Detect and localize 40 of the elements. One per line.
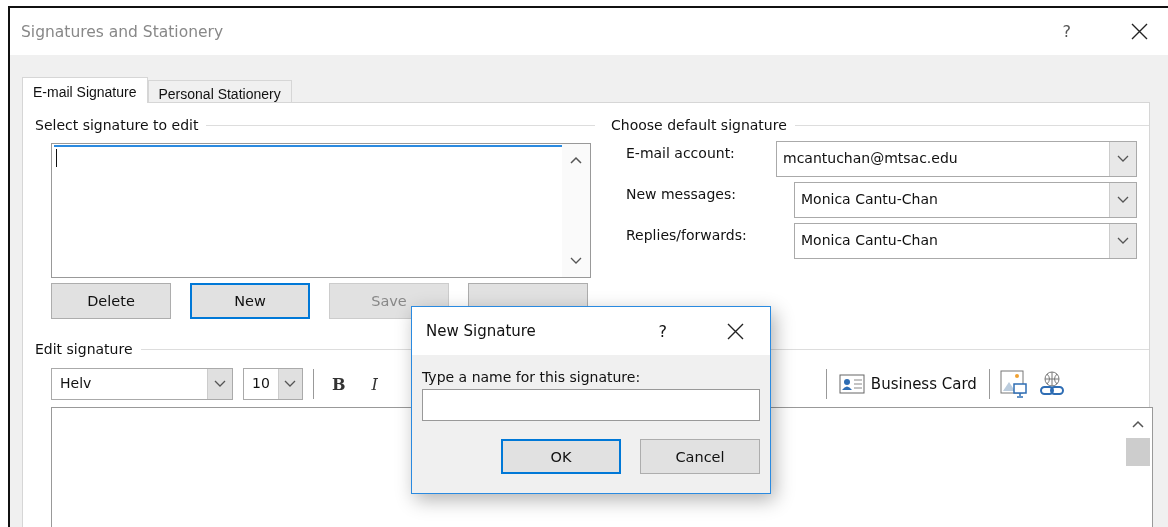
group-label: Choose default signature [611,117,787,133]
hyperlink-icon[interactable] [1037,370,1066,398]
dropdown[interactable]: Monica Cantu-Chan [794,182,1137,218]
field-label: New messages: [626,185,737,204]
contact-card-icon [838,374,865,394]
action-button[interactable]: New [190,283,310,319]
chevron-up-icon[interactable] [570,156,582,164]
help-button[interactable]: ? [658,321,667,341]
chevron-up-icon[interactable] [1132,420,1144,428]
dropdown[interactable]: mcantuchan@mtsac.edu [776,141,1137,177]
close-icon[interactable] [727,322,744,340]
bold-button[interactable]: B [324,372,354,396]
chevron-down-icon [570,257,582,265]
chevron-down-icon [284,380,297,388]
tab[interactable]: E-mail Signature [22,77,148,103]
help-button[interactable]: ? [1062,22,1071,41]
chevron-down-icon [1117,237,1129,245]
close-icon[interactable] [1131,23,1148,40]
field-label: Replies/forwards: [626,226,748,245]
size-dropdown[interactable]: 10 [243,368,303,400]
italic-button[interactable]: I [363,372,386,396]
business-card-button[interactable]: Business Card [836,372,979,396]
group-label: Edit signature [35,341,133,357]
chevron-down-icon [214,380,226,388]
dialog-title: New Signature [426,322,537,340]
dropdown[interactable]: Monica Cantu-Chan [794,223,1137,259]
window-title: Signatures and Stationery [21,22,225,41]
dialog-button[interactable]: Cancel [640,439,760,474]
group-label: Select signature to edit [35,117,199,133]
field-label: E-mail account: [626,144,736,163]
chevron-down-icon [1117,155,1129,163]
chevron-down-icon [1117,196,1129,204]
field-label: Type a name for this signature: [422,369,642,385]
action-button[interactable]: Delete [51,283,171,319]
tab[interactable]: Personal Stationery [147,80,292,102]
picture-icon[interactable] [999,370,1028,398]
font-dropdown[interactable]: Helv [51,368,233,400]
scrollbar-thumb[interactable] [1126,438,1150,466]
dialog-button[interactable]: OK [501,439,621,474]
name-input[interactable] [422,389,760,421]
